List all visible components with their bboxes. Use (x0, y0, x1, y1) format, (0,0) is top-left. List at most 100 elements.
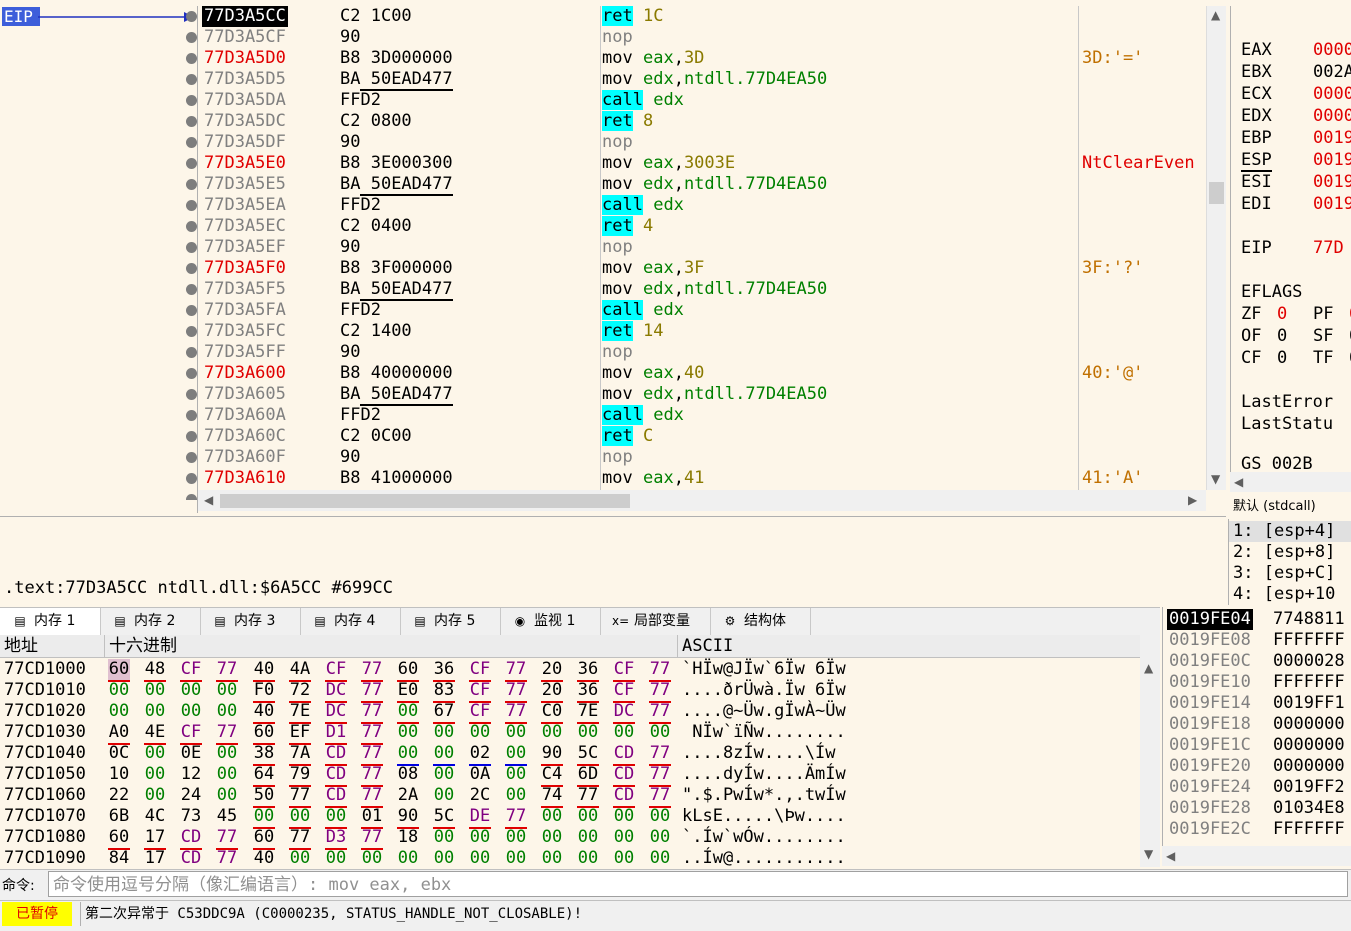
breakpoint-dot-icon[interactable] (186, 200, 197, 211)
stack-row[interactable]: 0019FE08 FFFFFFF (1163, 630, 1351, 651)
dump-byte[interactable]: 00 (649, 722, 671, 743)
disasm-row[interactable]: 77D3A5F0 B8 3F000000 mov eax,3F 3F:'?' (198, 258, 1206, 279)
disasm-address[interactable]: 77D3A610 (204, 468, 286, 489)
dump-byte[interactable]: 77 (361, 680, 383, 703)
dump-byte[interactable]: CD (325, 743, 347, 766)
breakpoint-dot-icon[interactable] (186, 305, 197, 316)
dump-byte[interactable]: DC (325, 680, 347, 703)
dump-byte[interactable]: 00 (541, 722, 563, 743)
dump-byte[interactable]: 00 (577, 827, 599, 848)
disasm-address[interactable]: 77D3A5EA (204, 195, 286, 216)
stack-address[interactable]: 0019FE20 (1169, 756, 1251, 777)
stack-row[interactable]: 0019FE1C 0000000 (1163, 735, 1351, 756)
dump-byte[interactable]: 6D (577, 764, 599, 787)
disasm-row[interactable]: 77D3A5DA FFD2 call edx (198, 90, 1206, 111)
dump-row[interactable]: 77CD1000 60 48 CF 77 40 4A CF 77 60 36 CF 77 20 36 CF 77… (0, 659, 1140, 682)
breakpoint-dot-icon[interactable] (186, 158, 197, 169)
scroll-thumb[interactable] (220, 494, 630, 508)
stack-row[interactable]: 0019FE10 FFFFFFF (1163, 672, 1351, 693)
dump-byte[interactable]: 00 (361, 848, 383, 867)
stack-row[interactable]: 0019FE28 01034E8 (1163, 798, 1351, 819)
stack-scrollbar[interactable]: ◀ (1162, 846, 1351, 866)
disasm-address[interactable]: 77D3A5D0 (204, 48, 286, 69)
disasm-row[interactable]: 77D3A600 B8 40000000 mov eax,40 40:'@' (198, 363, 1206, 384)
dump-byte[interactable]: D1 (325, 722, 347, 745)
register-row[interactable]: EAX 0000 (1241, 39, 1351, 61)
register-value[interactable]: 0000 (1313, 83, 1351, 105)
breakpoint-dot-icon[interactable] (186, 242, 197, 253)
disasm-address[interactable]: 77D3A5EC (204, 216, 286, 237)
dump-byte[interactable]: 00 (505, 827, 527, 848)
disasm-row[interactable]: 77D3A5E0 B8 3E000300 mov eax,3003E NtClearE… (198, 153, 1206, 174)
dump-byte[interactable]: CD (180, 827, 202, 850)
dump-address[interactable]: 77CD1040 (4, 743, 86, 764)
scroll-up-icon[interactable]: ▲ (1144, 661, 1153, 675)
tab-8[interactable]: ⚙ 结构体 (710, 608, 811, 635)
stack-address[interactable]: 0019FE08 (1169, 630, 1251, 651)
breakpoint-dot-icon[interactable] (186, 284, 197, 295)
dump-byte[interactable]: 00 (144, 701, 166, 722)
dump-byte[interactable]: C0 (541, 701, 563, 724)
stack-value[interactable]: 0019FF1 (1273, 693, 1345, 714)
disasm-row[interactable]: 77D3A5D5 BA 50EAD477 mov edx,ntdll.77D4EA5… (198, 69, 1206, 91)
disasm-row[interactable]: 77D3A60A FFD2 call edx (198, 405, 1206, 426)
scroll-down-icon[interactable]: ▼ (1144, 847, 1153, 861)
disasm-row[interactable]: 77D3A60C C2 0C00 ret C (198, 426, 1206, 447)
dump-byte[interactable]: 36 (577, 659, 599, 682)
dump-byte[interactable]: 00 (397, 722, 419, 743)
dump-byte[interactable]: 00 (613, 827, 635, 848)
dump-byte[interactable]: 90 (541, 743, 563, 766)
disasm-address[interactable]: 77D3A5FF (204, 342, 286, 363)
dump-byte[interactable]: 45 (216, 806, 238, 827)
register-row[interactable]: ESI 0019 (1241, 171, 1351, 193)
disasm-address[interactable]: 77D3A60A (204, 405, 286, 426)
stack-value[interactable]: 01034E8 (1273, 798, 1345, 819)
dump-byte[interactable]: 00 (433, 848, 455, 867)
dump-byte[interactable]: 77 (289, 785, 311, 808)
dump-byte[interactable]: 77 (649, 764, 671, 787)
stack-argument-row[interactable]: 2: [esp+8] (1233, 542, 1335, 563)
disasm-row[interactable]: 77D3A5D0 B8 3D000000 mov eax,3D 3D:'=' (198, 48, 1206, 69)
dump-byte[interactable]: CD (325, 785, 347, 808)
dump-byte[interactable]: 00 (613, 848, 635, 867)
register-value[interactable]: 77D (1313, 237, 1344, 259)
stack-value[interactable]: 7748811 (1273, 609, 1345, 630)
dump-byte[interactable]: 74 (541, 785, 563, 808)
dump-byte[interactable]: 90 (397, 806, 419, 829)
tab-7[interactable]: x= 局部变量 (600, 608, 711, 635)
dump-byte[interactable]: CD (613, 743, 635, 766)
tab-1[interactable]: ▤ 内存 1 (0, 608, 101, 636)
dump-byte[interactable]: 20 (541, 659, 563, 682)
disasm-row[interactable]: 77D3A5FA FFD2 call edx (198, 300, 1206, 321)
dump-byte[interactable]: 10 (108, 764, 130, 785)
dump-byte[interactable]: 40 (253, 659, 275, 682)
breakpoint-dot-icon[interactable] (186, 347, 197, 358)
disasm-row[interactable]: 77D3A5F5 BA 50EAD477 mov edx,ntdll.77D4EA5… (198, 279, 1206, 301)
stack-row[interactable]: 0019FE18 0000000 (1163, 714, 1351, 735)
dump-byte[interactable]: 00 (433, 764, 455, 785)
dump-row[interactable]: 77CD1060 22 00 24 00 50 77 CD 77 2A 00 2C 00 74 77 CD 77… (0, 785, 1140, 808)
stack-address[interactable]: 0019FE28 (1169, 798, 1251, 819)
stack-view[interactable]: 0019FE04 7748811 0019FE08 FFFFFFF 0019FE0C 00… (1162, 607, 1351, 847)
dump-row[interactable]: 77CD1050 10 00 12 00 64 79 CD 77 08 00 0A 00 C4 6D CD 77… (0, 764, 1140, 787)
breakpoint-dot-icon[interactable] (186, 137, 197, 148)
dump-byte[interactable]: 00 (505, 722, 527, 743)
dump-byte[interactable]: 00 (649, 827, 671, 848)
disasm-address[interactable]: 77D3A60F (204, 447, 286, 468)
tab-5[interactable]: ▤ 内存 5 (400, 608, 501, 635)
dump-byte[interactable]: EF (289, 722, 311, 745)
register-row[interactable]: EDX 0000 (1241, 105, 1351, 127)
disasm-address[interactable]: 77D3A5F0 (204, 258, 286, 279)
dump-byte[interactable]: 00 (216, 701, 238, 722)
dump-byte[interactable]: 84 (108, 848, 130, 867)
dump-header-hex[interactable]: 十六进制 (105, 635, 678, 657)
dump-byte[interactable]: CD (180, 848, 202, 867)
breakpoint-dot-icon[interactable] (186, 263, 197, 274)
dump-byte[interactable]: 72 (289, 680, 311, 703)
disasm-row[interactable]: 77D3A610 B8 41000000 mov eax,41 41:'A' (198, 468, 1206, 489)
dump-byte[interactable]: 00 (577, 848, 599, 867)
dump-byte[interactable]: 0E (180, 743, 202, 764)
dump-byte[interactable]: 77 (505, 701, 527, 724)
dump-byte[interactable]: F0 (253, 680, 275, 703)
breakpoint-dot-icon[interactable] (186, 221, 197, 232)
